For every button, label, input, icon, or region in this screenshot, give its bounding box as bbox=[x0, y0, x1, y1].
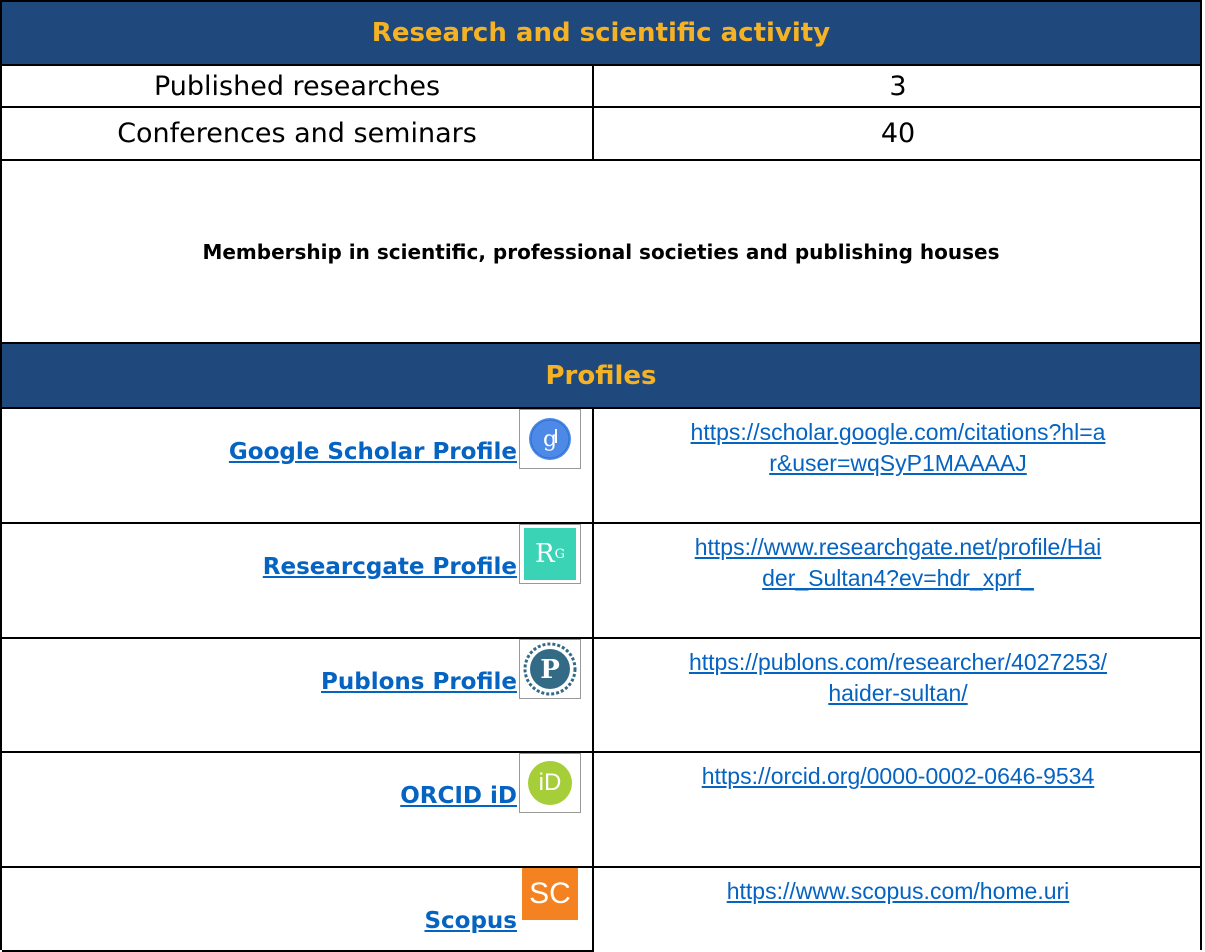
profile-url-cell: https://publons.com/researcher/4027253/ … bbox=[596, 639, 1200, 751]
profile-label-cell: ORCID iD iD bbox=[2, 753, 594, 866]
profile-url-cell: https://scholar.google.com/citations?hl=… bbox=[596, 409, 1200, 522]
url-line: der_Sultan4?ev=hdr_xprf_ bbox=[762, 565, 1034, 591]
profile-label-cell: Scopus SC bbox=[2, 868, 594, 952]
url-line: https://orcid.org/0000-0002-0646-9534 bbox=[701, 763, 1095, 789]
scopus-icon-text: SC bbox=[522, 868, 578, 920]
stat-row-conferences: Conferences and seminars 40 bbox=[2, 108, 1200, 161]
membership-row: Membership in scientific, professional s… bbox=[2, 161, 1200, 344]
stat-value-cell: 3 bbox=[596, 66, 1200, 106]
research-title: Research and scientific activity bbox=[371, 18, 831, 48]
url-line: https://www.researchgate.net/profile/Hai bbox=[694, 534, 1102, 560]
profile-row-orcid: ORCID iD iD https://orcid.org/0000-0002-… bbox=[2, 753, 1200, 868]
stat-label-cell: Conferences and seminars bbox=[2, 108, 594, 159]
orcid-icon-text: iD bbox=[528, 761, 572, 805]
url-line: https://scholar.google.com/citations?hl=… bbox=[690, 419, 1106, 445]
researchgate-url[interactable]: https://www.researchgate.net/profile/Hai… bbox=[604, 532, 1192, 594]
google-scholar-url[interactable]: https://scholar.google.com/citations?hl=… bbox=[604, 417, 1192, 479]
profile-row-scopus: Scopus SC https://www.scopus.com/home.ur… bbox=[2, 868, 1200, 952]
publons-link[interactable]: Publons Profile bbox=[321, 669, 517, 695]
orcid-link[interactable]: ORCID iD bbox=[400, 783, 517, 809]
stat-value: 40 bbox=[880, 118, 916, 149]
stat-label: Published researches bbox=[153, 70, 441, 102]
profile-label-cell: Google Scholar Profile g bbox=[2, 409, 594, 522]
scopus-url[interactable]: https://www.scopus.com/home.uri bbox=[604, 876, 1192, 907]
membership-label: Membership in scientific, professional s… bbox=[202, 239, 1000, 264]
profile-row-publons: Publons Profile P https://publons.com/re… bbox=[2, 639, 1200, 753]
profiles-title: Profiles bbox=[545, 360, 657, 391]
profile-label-cell: Publons Profile P bbox=[2, 639, 594, 751]
profile-url-cell: https://orcid.org/0000-0002-0646-9534 bbox=[596, 753, 1200, 866]
scopus-icon: SC bbox=[519, 868, 581, 920]
url-line: https://publons.com/researcher/4027253/ bbox=[688, 649, 1108, 675]
stat-value: 3 bbox=[889, 70, 907, 102]
scopus-link[interactable]: Scopus bbox=[424, 908, 517, 934]
publons-icon: P bbox=[519, 639, 581, 699]
profile-url-cell: https://www.scopus.com/home.uri bbox=[596, 868, 1200, 952]
orcid-icon: iD bbox=[519, 753, 581, 813]
url-line: haider-sultan/ bbox=[828, 680, 968, 706]
profile-label-cell: Researcgate Profile RG bbox=[2, 524, 594, 637]
google-scholar-link[interactable]: Google Scholar Profile bbox=[229, 439, 517, 465]
profile-table: Research and scientific activity Publish… bbox=[0, 0, 1202, 952]
publons-url[interactable]: https://publons.com/researcher/4027253/ … bbox=[604, 647, 1192, 709]
url-line: r&user=wqSyP1MAAAAJ bbox=[769, 450, 1027, 476]
profiles-header: Profiles bbox=[2, 344, 1200, 409]
stat-value-cell: 40 bbox=[596, 108, 1200, 159]
researchgate-icon: RG bbox=[519, 524, 581, 584]
svg-text:P: P bbox=[540, 655, 560, 685]
stat-label-cell: Published researches bbox=[2, 66, 594, 106]
orcid-url[interactable]: https://orcid.org/0000-0002-0646-9534 bbox=[604, 761, 1192, 792]
profile-row-researchgate: Researcgate Profile RG https://www.resea… bbox=[2, 524, 1200, 639]
url-line: https://www.scopus.com/home.uri bbox=[726, 878, 1070, 904]
svg-text:g: g bbox=[543, 427, 557, 452]
stat-row-published: Published researches 3 bbox=[2, 66, 1200, 108]
profile-url-cell: https://www.researchgate.net/profile/Hai… bbox=[596, 524, 1200, 637]
profile-row-google-scholar: Google Scholar Profile g https://scholar… bbox=[2, 409, 1200, 524]
researchgate-link[interactable]: Researcgate Profile bbox=[263, 554, 517, 580]
stat-label: Conferences and seminars bbox=[117, 118, 477, 149]
research-header: Research and scientific activity bbox=[2, 2, 1200, 66]
google-scholar-icon: g bbox=[519, 409, 581, 469]
